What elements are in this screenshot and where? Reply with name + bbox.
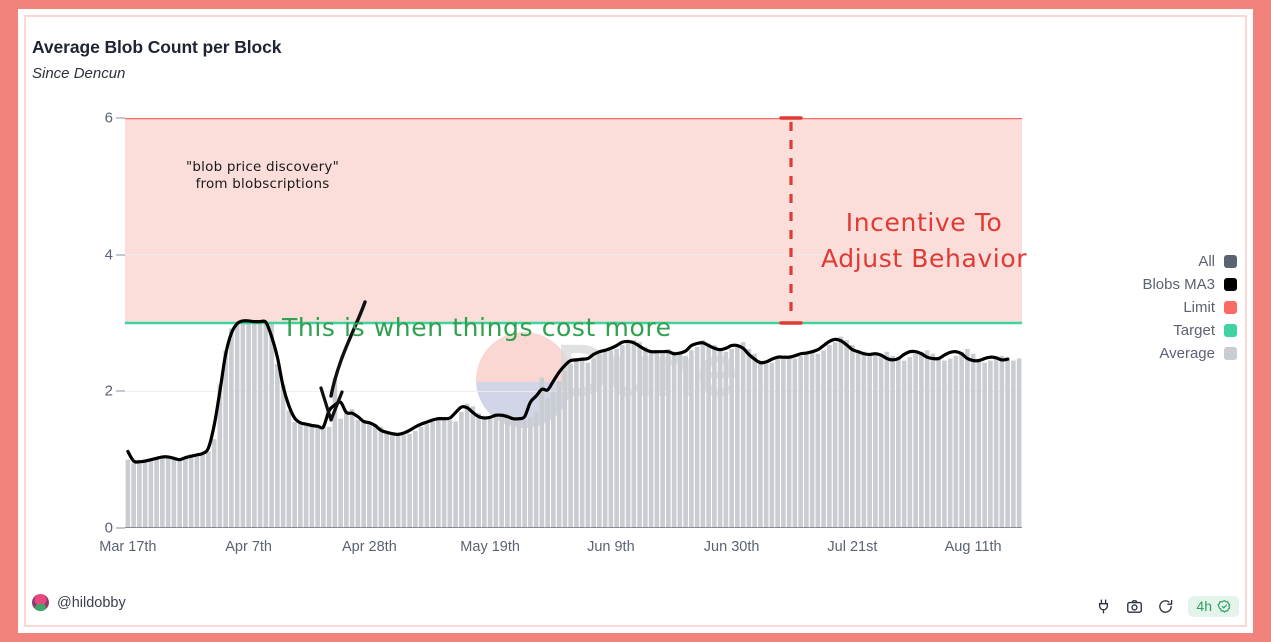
x-tick-label: Jul 21st — [827, 539, 878, 555]
legend-swatch-limit — [1224, 301, 1237, 314]
x-tick-label: Jun 9th — [587, 539, 635, 555]
legend-item-label: All — [1198, 253, 1215, 270]
chart-card: Average Blob Count per Block Since Dencu… — [26, 17, 1245, 625]
annotation-incentive-line1: Incentive To — [845, 208, 1003, 237]
y-tick-label: 0 — [104, 519, 113, 537]
x-tick-label: Mar 17th — [99, 539, 157, 555]
camera-icon[interactable] — [1126, 598, 1143, 615]
page-subtitle: Since Dencun — [32, 65, 126, 82]
chart-legend: All Blobs MA3 Limit Target Average — [1142, 253, 1237, 362]
embed-icon[interactable] — [1095, 598, 1112, 615]
y-tick-mark — [116, 390, 125, 392]
author-name: @hildobby — [57, 594, 126, 611]
legend-item-label: Limit — [1183, 299, 1215, 316]
page-title: Average Blob Count per Block — [32, 37, 282, 57]
author-link[interactable]: @hildobby — [32, 594, 126, 611]
legend-item-all[interactable]: All — [1198, 253, 1237, 270]
x-tick-label: Apr 7th — [225, 539, 272, 555]
chart-footer: @hildobby 4h — [26, 591, 1245, 621]
incentive-range-arrow-icon — [779, 116, 803, 325]
legend-swatch-target — [1224, 324, 1237, 337]
legend-item-average[interactable]: Average — [1159, 345, 1237, 362]
refresh-icon[interactable] — [1157, 598, 1174, 615]
annotation-incentive: Incentive To Adjust Behavior — [821, 205, 1027, 277]
legend-item-label: Blobs MA3 — [1142, 276, 1215, 293]
annotation-blob-discovery: "blob price discovery" from blobscriptio… — [186, 159, 339, 193]
verified-icon — [1217, 599, 1231, 613]
y-tick-label: 2 — [104, 382, 113, 400]
legend-item-limit[interactable]: Limit — [1183, 299, 1237, 316]
y-tick-label: 6 — [104, 109, 113, 127]
refresh-interval-badge[interactable]: 4h — [1188, 595, 1239, 617]
x-tick-label: Jun 30th — [703, 539, 760, 555]
x-tick-label: May 19th — [460, 539, 520, 555]
annotation-blob-discovery-line1: "blob price discovery" — [186, 159, 340, 175]
footer-toolbar: 4h — [1095, 591, 1239, 621]
x-tick-label: Apr 28th — [341, 539, 397, 555]
annotation-cost-more: This is when things cost more — [282, 313, 672, 342]
legend-swatch-average — [1224, 347, 1237, 360]
legend-item-label: Average — [1159, 345, 1215, 362]
legend-swatch-all — [1224, 255, 1237, 268]
refresh-interval-label: 4h — [1196, 598, 1212, 614]
legend-item-target[interactable]: Target — [1173, 322, 1237, 339]
bar-series — [125, 320, 1022, 528]
legend-swatch-blobs-ma3 — [1224, 278, 1237, 291]
y-tick-mark — [116, 254, 125, 256]
legend-item-label: Target — [1173, 322, 1215, 339]
avatar — [32, 594, 49, 611]
annotation-blob-discovery-line2: from blobscriptions — [195, 176, 330, 192]
y-tick-label: 4 — [104, 246, 113, 264]
x-tick-label: Aug 11th — [944, 539, 1002, 555]
outer-frame: Average Blob Count per Block Since Dencu… — [0, 0, 1271, 642]
y-tick-mark — [116, 527, 125, 529]
annotation-incentive-line2: Adjust Behavior — [821, 244, 1028, 273]
y-tick-mark — [116, 117, 125, 119]
legend-item-blobs-ma3[interactable]: Blobs MA3 — [1142, 276, 1237, 293]
